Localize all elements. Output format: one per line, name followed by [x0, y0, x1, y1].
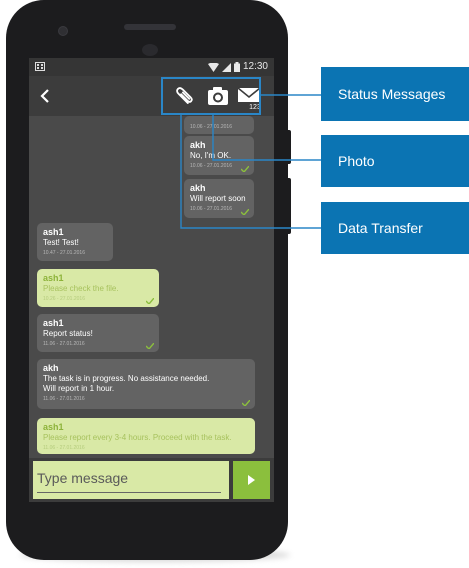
callout-data-transfer: Data Transfer	[321, 202, 469, 254]
connector-photo	[212, 114, 321, 161]
toolbar-highlight-box	[161, 77, 261, 115]
callout-photo: Photo	[321, 135, 469, 187]
callout-status-messages: Status Messages	[321, 67, 469, 121]
connector-data	[180, 114, 321, 229]
